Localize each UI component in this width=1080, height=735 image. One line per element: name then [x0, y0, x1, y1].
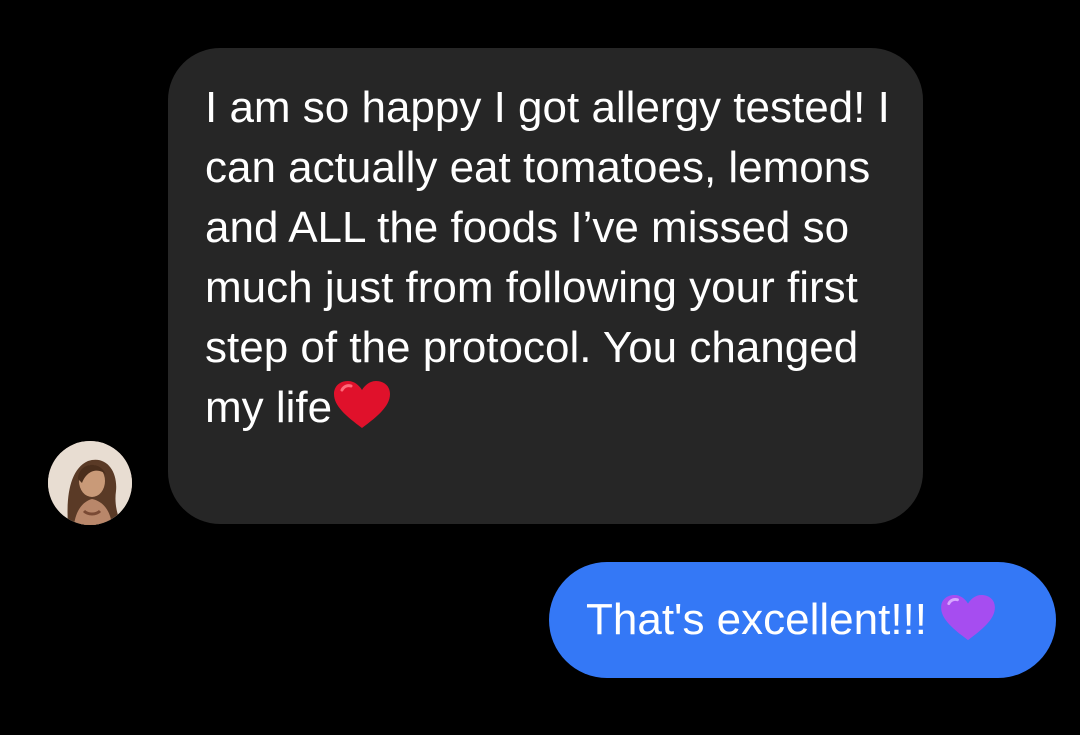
sender-avatar[interactable]: [48, 441, 132, 525]
chat-screen: I am so happy I got allergy tested! I ca…: [0, 0, 1080, 735]
incoming-message-bubble[interactable]: I am so happy I got allergy tested! I ca…: [168, 48, 923, 524]
outgoing-message-text: That's excellent!!!: [586, 595, 927, 644]
red-heart-icon: [332, 380, 392, 446]
incoming-message-body: I am so happy I got allergy tested! I ca…: [205, 83, 890, 432]
outgoing-message-bubble[interactable]: That's excellent!!!: [549, 562, 1056, 678]
incoming-message-text: I am so happy I got allergy tested! I ca…: [205, 78, 895, 446]
purple-heart-icon: [939, 594, 997, 647]
profile-photo-icon: [48, 441, 132, 525]
